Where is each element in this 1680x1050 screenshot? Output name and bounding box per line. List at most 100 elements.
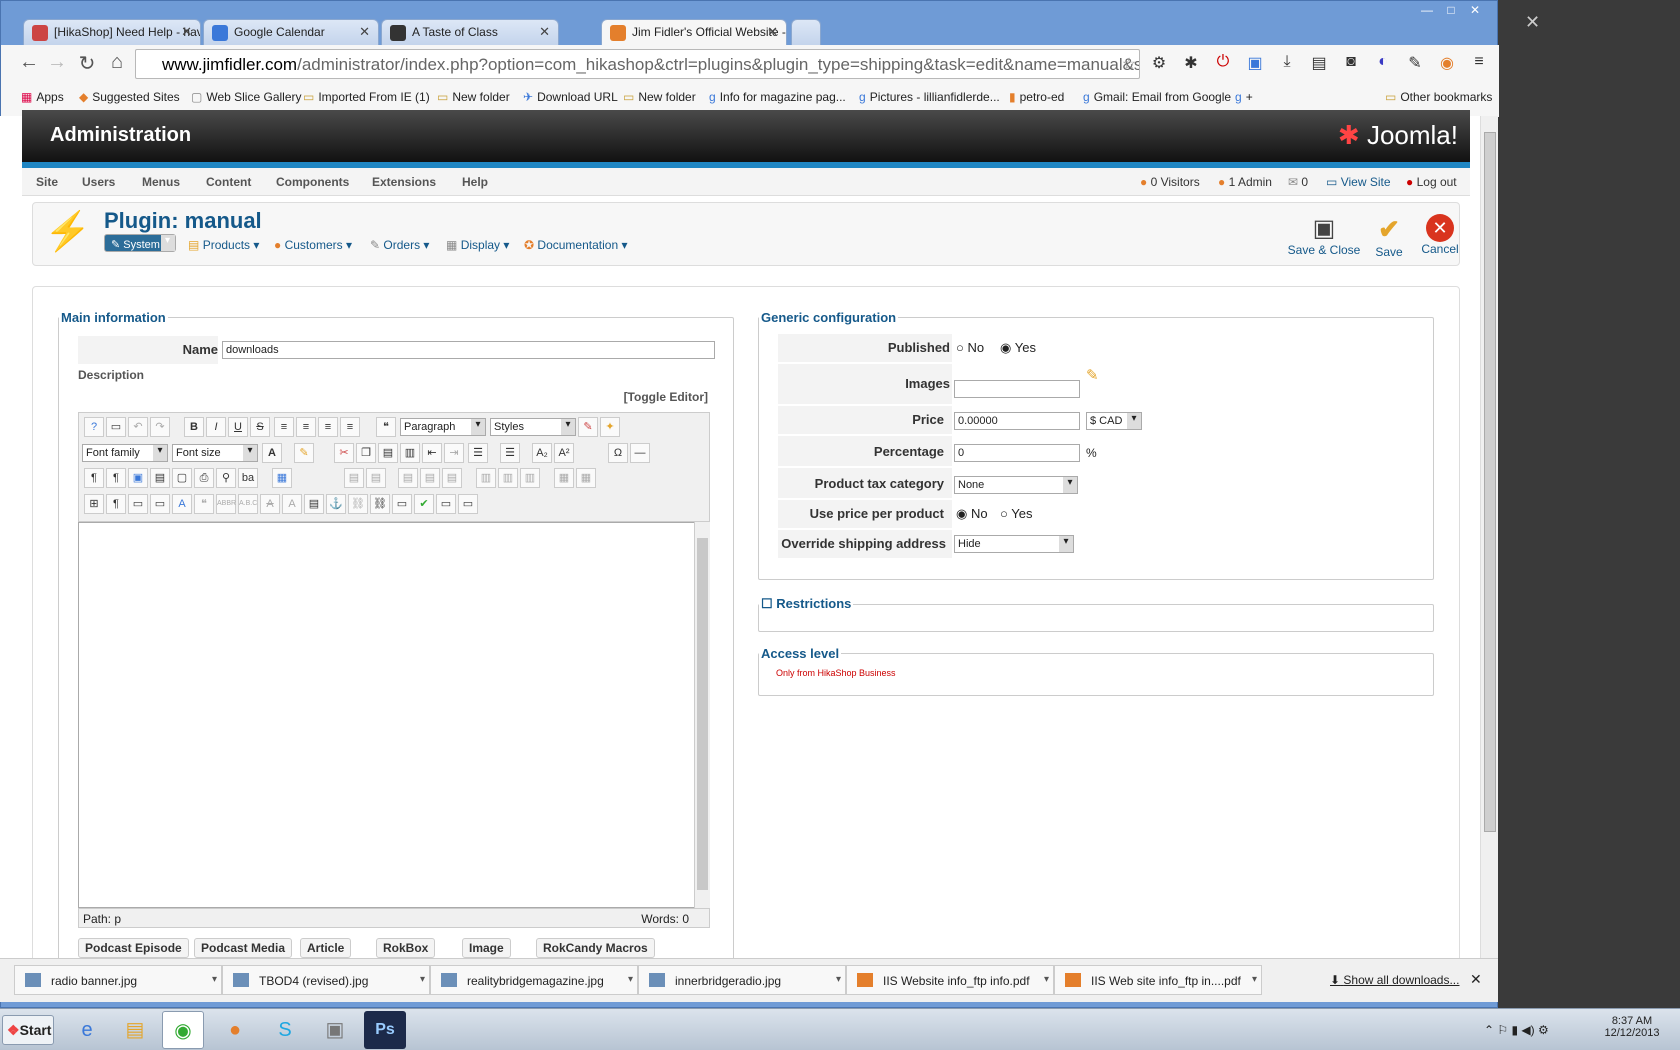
star-icon[interactable]: ☆	[1119, 54, 1139, 74]
bookmark-gmail[interactable]: g Gmail: Email from Google	[1083, 90, 1231, 104]
speed-icon[interactable]: ◐	[1373, 53, 1393, 73]
podcast-episode-button[interactable]: Podcast Episode	[78, 938, 189, 958]
tax-category-select[interactable]: None	[954, 476, 1078, 494]
editor-textarea[interactable]	[78, 522, 710, 908]
cancel-button[interactable]: ✕ Cancel	[1414, 214, 1466, 256]
forward-icon[interactable]: →	[45, 51, 69, 74]
delete-col-icon[interactable]: ▥	[520, 468, 540, 488]
merge-cells-icon[interactable]: ▦	[576, 468, 596, 488]
undo-icon[interactable]: ↶	[128, 417, 148, 437]
bug-icon[interactable]: ✱	[1181, 53, 1201, 73]
show-all-downloads-link[interactable]: ⬇ Show all downloads...	[1330, 973, 1459, 987]
bookmark-more[interactable]: g +	[1235, 90, 1253, 104]
acronym-icon[interactable]: A.B.C	[238, 494, 258, 514]
insert-col-after-icon[interactable]: ▥	[498, 468, 518, 488]
delete-text-icon[interactable]: A	[260, 494, 280, 514]
link-icon[interactable]: ⛓	[370, 494, 390, 514]
clipboard-icon[interactable]: ▤	[1309, 53, 1329, 73]
format-select[interactable]: Paragraph	[400, 418, 486, 436]
cite-icon[interactable]: ❝	[194, 494, 214, 514]
mydvd-icon[interactable]: ▣	[314, 1011, 356, 1049]
spellcheck-icon[interactable]: ✔	[414, 494, 434, 514]
override-select[interactable]: Hide	[954, 535, 1074, 553]
chevron-down-icon[interactable]: ▾	[212, 974, 217, 985]
justify-icon[interactable]: ≡	[274, 417, 294, 437]
font-family-select[interactable]: Font family	[82, 444, 168, 462]
insert-row-icon[interactable]: ▤	[398, 468, 418, 488]
print-icon[interactable]: ⎙	[194, 468, 214, 488]
pocket-icon[interactable]: ◙	[1341, 53, 1361, 73]
image-manager-icon[interactable]: ▭	[150, 494, 170, 514]
clock[interactable]: 8:37 AM 12/12/2013	[1604, 1015, 1660, 1039]
underline-icon[interactable]: U	[228, 417, 248, 437]
iframe-icon[interactable]: ▭	[458, 494, 478, 514]
chevron-down-icon[interactable]: ▾	[1044, 974, 1049, 985]
price-input[interactable]: 0.00000	[954, 412, 1080, 430]
menu-help[interactable]: Help	[462, 175, 488, 189]
home-icon[interactable]: ⌂	[105, 51, 129, 74]
submenu-display[interactable]: ▦ Display ▾	[446, 238, 509, 252]
bookmark-newfolder[interactable]: ▭ New folder	[437, 90, 510, 104]
tab-hikashop[interactable]: [HikaShop] Need Help - have ✕	[23, 19, 201, 45]
images-input[interactable]	[954, 380, 1080, 398]
pagebreak-icon[interactable]: ▭	[436, 494, 456, 514]
insert-col-icon[interactable]: ▥	[476, 468, 496, 488]
image-icon[interactable]: ▭	[392, 494, 412, 514]
toggle-editor-link[interactable]: [Toggle Editor]	[600, 390, 708, 404]
tray-icons[interactable]: ⌃ ⚐ ▮ ◀) ⚙	[1484, 1023, 1549, 1037]
insert-text-icon[interactable]: A	[282, 494, 302, 514]
close-tab-icon[interactable]: ✕	[359, 24, 370, 40]
cell-props-icon[interactable]: ▤	[366, 468, 386, 488]
bookmark-download[interactable]: ✈ Download URL	[523, 90, 618, 104]
published-no-radio[interactable]: ○ No	[956, 340, 984, 355]
bookmark-imported[interactable]: ▭ Imported From IE (1)	[303, 90, 430, 104]
currency-select[interactable]: $ CAD	[1086, 412, 1142, 430]
styles-icon[interactable]: A	[172, 494, 192, 514]
ie-icon[interactable]: e	[66, 1011, 108, 1049]
editor-scroll-thumb[interactable]	[697, 538, 708, 890]
bookmark-suggested[interactable]: ◆ Suggested Sites	[79, 90, 180, 104]
paste-icon[interactable]: ▤	[378, 443, 398, 463]
close-tab-icon[interactable]: ✕	[539, 24, 550, 40]
rokbox-button[interactable]: RokBox	[376, 938, 436, 958]
abbr-icon[interactable]: ABBR	[216, 494, 236, 514]
menu-users[interactable]: Users	[82, 175, 115, 189]
restrictions-legend[interactable]: ☐ Restrictions	[759, 596, 853, 612]
chrome-icon[interactable]: ◉	[162, 1011, 204, 1049]
percentage-input[interactable]: 0	[954, 444, 1080, 462]
messages-status[interactable]: ✉ 0	[1288, 175, 1308, 189]
cut-icon[interactable]: ✂	[334, 443, 354, 463]
find-icon[interactable]: ⚲	[216, 468, 236, 488]
fullscreen-icon[interactable]: ▣	[128, 468, 148, 488]
menu-site[interactable]: Site	[36, 175, 58, 189]
close-downloads-icon[interactable]: ✕	[1470, 971, 1482, 988]
tab-jimfidler[interactable]: Jim Fidler's Official Website - ✕	[601, 19, 787, 46]
tab-taste[interactable]: A Taste of Class ✕	[381, 19, 559, 45]
clean-icon[interactable]: ✦	[600, 417, 620, 437]
code-icon[interactable]: ▢	[172, 468, 192, 488]
download-item[interactable]: IIS Web site info_ftp in....pdf ▾	[1054, 965, 1262, 995]
attributes-icon[interactable]: ▤	[304, 494, 324, 514]
reload-icon[interactable]: ↻	[75, 51, 99, 76]
submenu-orders[interactable]: ✎ Orders ▾	[370, 238, 429, 252]
page-scrollbar[interactable]	[1480, 116, 1498, 958]
logout-link[interactable]: ● Log out	[1406, 175, 1457, 189]
anchor-icon[interactable]: ⚓	[326, 494, 346, 514]
delete-row-icon[interactable]: ▤	[442, 468, 462, 488]
firefox-icon[interactable]: ●	[214, 1011, 256, 1049]
strikethrough-icon[interactable]: S	[250, 417, 270, 437]
tab-calendar[interactable]: Google Calendar ✕	[203, 19, 379, 45]
bookmark-other[interactable]: ▭ Other bookmarks	[1385, 90, 1492, 104]
eraser-icon[interactable]: ✎	[578, 417, 598, 437]
submenu-customers[interactable]: ● Customers ▾	[274, 238, 352, 252]
align-left-icon[interactable]: ≡	[318, 417, 338, 437]
paste-text-icon[interactable]: ▥	[400, 443, 420, 463]
new-document-icon[interactable]: ▭	[106, 417, 126, 437]
insert-file-icon[interactable]: ▭	[128, 494, 148, 514]
menu-extensions[interactable]: Extensions	[372, 175, 436, 189]
explorer-icon[interactable]: ▤	[114, 1011, 156, 1049]
save-button[interactable]: ✔ Save	[1364, 214, 1414, 259]
bookmark-apps[interactable]: ▦ Apps	[21, 90, 64, 104]
new-tab-button[interactable]	[791, 19, 821, 45]
copy-icon[interactable]: ❐	[356, 443, 376, 463]
